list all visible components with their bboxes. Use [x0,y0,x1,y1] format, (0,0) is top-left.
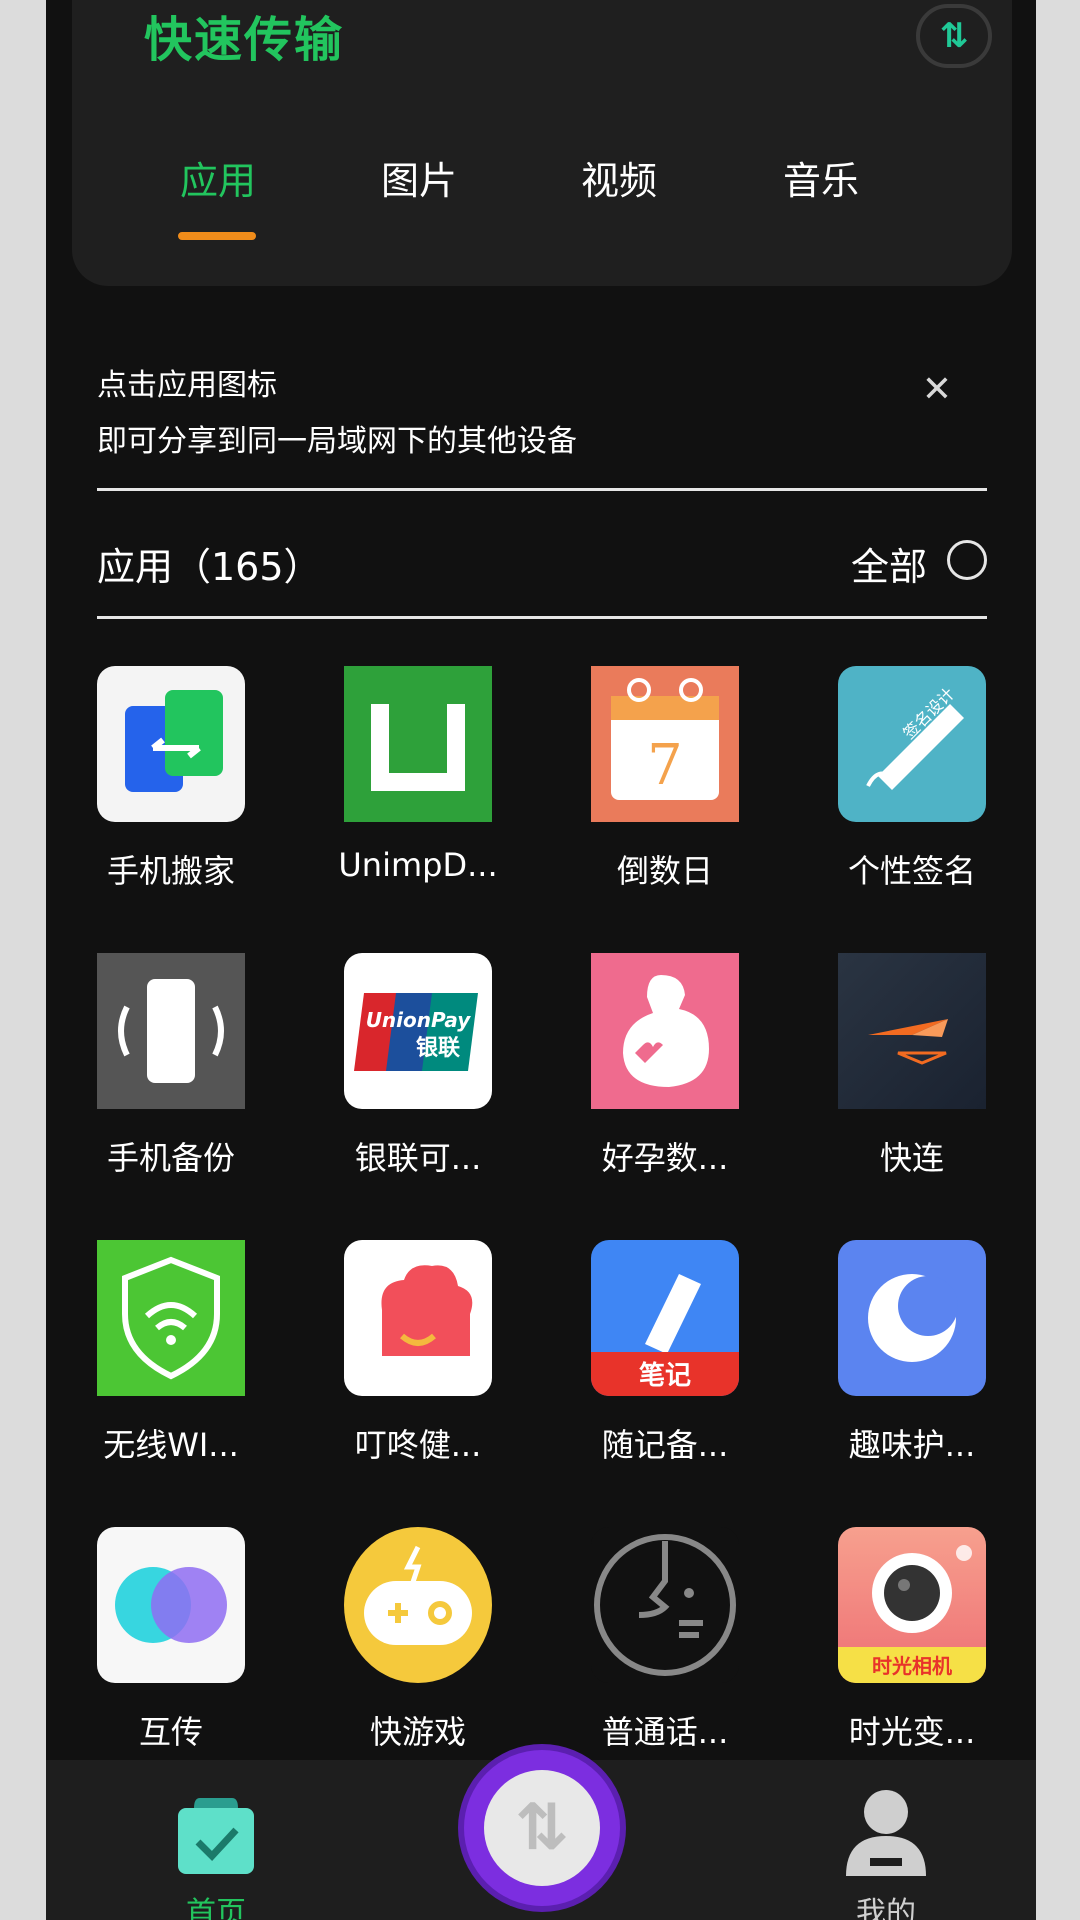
app-label: 时光变... [848,1713,976,1751]
nav-home[interactable]: 首页 [156,1780,276,1920]
notes-pen-icon: 笔记 [591,1240,739,1396]
app-item[interactable]: 手机备份 [97,953,277,1213]
phone-backup-icon [97,953,245,1109]
tab-music[interactable]: 音乐 [756,150,886,205]
app-item[interactable]: 手机搬家 [97,666,277,926]
app-item[interactable]: 签名设计 个性签名 [838,666,1018,926]
apps-section-header: 应用（165） 全部 [97,492,987,619]
app-label: 手机搬家 [106,852,235,890]
transfer-cloud-icon[interactable]: ⇅ [916,4,992,68]
app-title: 快速传输 [144,12,345,68]
transfer-button[interactable]: ⇅ [464,1750,620,1906]
app-label: 快游戏 [369,1713,466,1751]
app-item[interactable]: 叮咚健... [344,1240,524,1500]
nav-home-label: 首页 [186,1896,246,1920]
app-label: 互传 [138,1713,203,1751]
countdown-calendar-icon: 7 [591,666,739,822]
tab-apps[interactable]: 应用 [153,150,283,205]
select-all-label[interactable]: 全部 [851,536,927,591]
unionpay-cn-text: 银联 [416,1036,460,1061]
wifi-shield-icon [97,1240,245,1396]
transfer-arrows-icon: ⇅ [484,1770,600,1886]
app-label: 普通话... [601,1713,729,1751]
app-item[interactable]: 笔记 随记备... [591,1240,771,1500]
app-label: 快连 [879,1139,944,1177]
apps-count-title: 应用（165） [97,545,322,589]
app-label: 手机备份 [106,1139,235,1177]
unionpay-icon: UnionPay 银联 [344,953,492,1109]
app-item[interactable]: 无线WI... [97,1240,277,1500]
app-label: 随记备... [601,1426,729,1464]
signature-pen-icon: 签名设计 [838,666,986,822]
pregnancy-icon [591,953,739,1109]
app-item[interactable]: 快连 [838,953,1018,1213]
app-item[interactable]: UnimpD... [338,666,524,926]
gamepad-icon [344,1527,492,1683]
app-label: 无线WI... [103,1426,239,1464]
app-item[interactable]: 互传 [97,1527,277,1787]
nav-mine[interactable]: 我的 [826,1780,946,1920]
quick-connect-icon [838,953,986,1109]
app-label: 叮咚健... [354,1426,482,1464]
app-label: 趣味护... [848,1426,976,1464]
chef-hat-icon [344,1240,492,1396]
countdown-digit: 7 [647,733,683,798]
mutual-transfer-icon [97,1527,245,1683]
moon-icon [838,1240,986,1396]
user-profile-icon [826,1780,946,1884]
app-item[interactable]: UnionPay 银联 银联可... [344,953,524,1213]
hint-line-1: 点击应用图标 [97,368,277,403]
tab-videos[interactable]: 视频 [554,150,684,205]
app-grid: 手机搬家 UnimpD... 7 倒数日 签名设计 个性签名 手机备份 Unio… [97,666,987,1766]
camera-text: 时光相机 [872,1654,952,1678]
share-hint: 点击应用图标 即可分享到同一局域网下的其他设备 ✕ [97,360,987,491]
tab-images[interactable]: 图片 [354,150,484,205]
hint-line-2: 即可分享到同一局域网下的其他设备 [97,424,577,459]
app-label: UnimpD... [338,846,498,884]
camera-icon: 时光相机 [838,1527,986,1683]
app-item[interactable]: 快游戏 [344,1527,524,1787]
app-item[interactable]: 普通话... [591,1527,771,1787]
mandarin-face-icon [591,1527,739,1683]
unionpay-text: UnionPay [366,1008,472,1032]
app-item[interactable]: 好孕数... [591,953,771,1213]
phone-screen: 快速传输 ⇅ 应用 图片 视频 音乐 点击应用图标 即可分享到同一局域网下的其他… [46,0,1036,1920]
notes-text: 笔记 [639,1360,691,1391]
close-icon[interactable]: ✕ [917,370,957,410]
bottom-nav: 首页 ⇅ 我的 [46,1750,1036,1920]
select-all-radio[interactable] [947,540,987,580]
app-label: 银联可... [354,1139,482,1177]
unimp-icon [344,666,492,822]
active-tab-indicator [178,232,256,240]
app-label: 好孕数... [601,1139,729,1177]
app-label: 个性签名 [847,852,976,890]
clipboard-check-icon [156,1780,276,1884]
app-label: 倒数日 [616,852,713,890]
nav-mine-label: 我的 [856,1896,916,1920]
phone-clone-icon [97,666,245,822]
app-item[interactable]: 时光相机 时光变... [838,1527,1018,1787]
app-item[interactable]: 7 倒数日 [591,666,771,926]
app-item[interactable]: 趣味护... [838,1240,1018,1500]
